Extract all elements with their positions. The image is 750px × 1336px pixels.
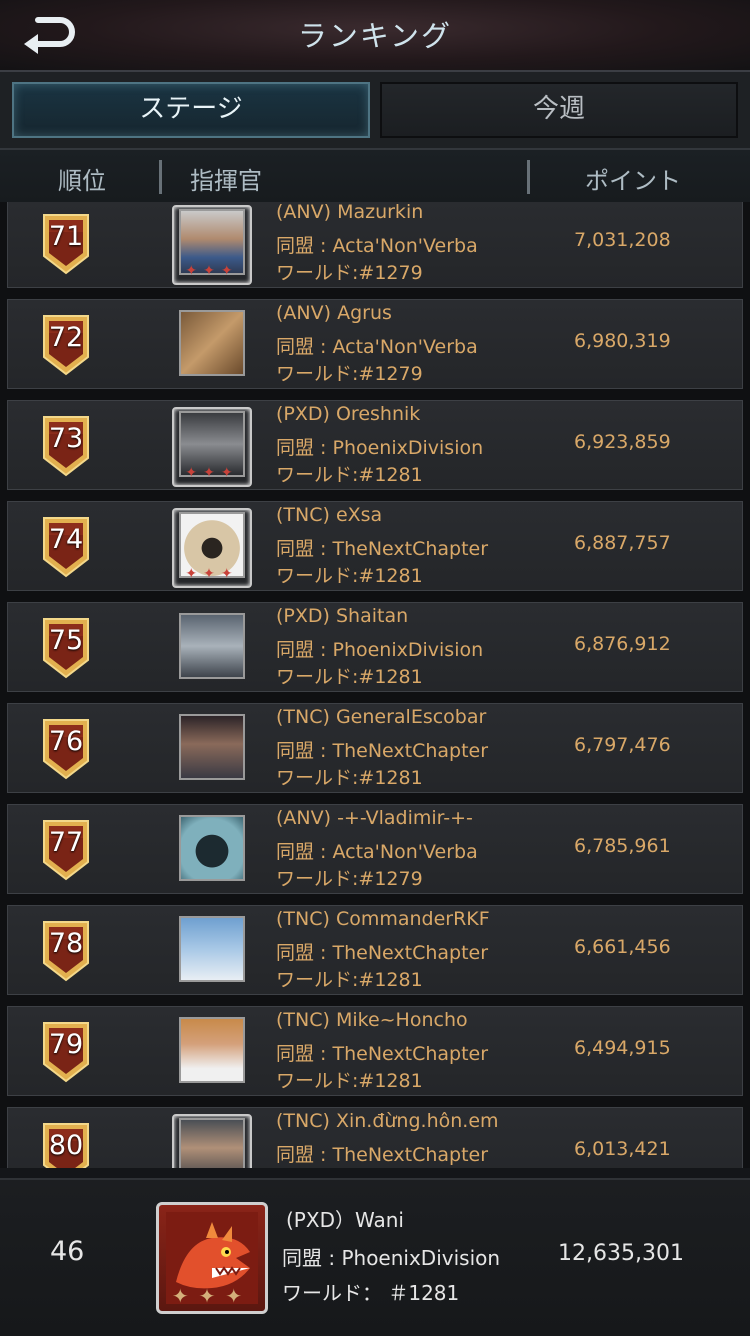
rank-badge: 76 — [41, 717, 91, 781]
avatar[interactable] — [179, 916, 245, 982]
rank-badge: 80 — [41, 1121, 91, 1168]
world-label: ワールド:#1279 — [276, 868, 423, 890]
rank-badge: 75 — [41, 616, 91, 680]
commander-name: (PXD) Shaitan — [276, 605, 409, 627]
points-value: 6,797,476 — [574, 734, 671, 756]
commander-name: (TNC) Xin.đừng.hôn.em — [276, 1110, 499, 1132]
commander-name: (TNC) eXsa — [276, 504, 383, 526]
rank-number: 75 — [48, 625, 84, 656]
my-world-label: ワールド： ＃1281 — [282, 1281, 460, 1305]
rank-badge: 79 — [41, 1020, 91, 1084]
points-value: 6,923,859 — [574, 431, 671, 453]
alliance-label: 同盟 : Acta'Non'Verba — [276, 841, 478, 863]
alliance-label: 同盟 : TheNextChapter — [276, 538, 489, 560]
alliance-label: 同盟 : Acta'Non'Verba — [276, 336, 478, 358]
avatar[interactable] — [179, 1017, 245, 1083]
rank-number: 74 — [48, 524, 84, 555]
tab-bar: ステージ 今週 — [0, 72, 750, 150]
rank-badge: 73 — [41, 414, 91, 478]
medal-icons: ✦✦✦ — [171, 1284, 253, 1308]
ranking-row[interactable]: 78 ✦✦✦ (TNC) CommanderRKF 同盟 : TheNextCh… — [7, 905, 743, 995]
world-label: ワールド:#1281 — [276, 666, 423, 688]
rank-number: 76 — [48, 726, 84, 757]
rank-number: 73 — [48, 423, 84, 454]
column-points: ポイント — [585, 167, 681, 195]
world-label: ワールド:#1281 — [276, 969, 423, 991]
rank-number: 77 — [48, 827, 84, 858]
rank-badge: 78 — [41, 919, 91, 983]
medal-icons: ✦✦✦ — [185, 263, 239, 279]
rank-badge: 74 — [41, 515, 91, 579]
medal-icons: ✦✦✦ — [185, 566, 239, 582]
rank-number: 79 — [48, 1029, 84, 1060]
rank-badge: 77 — [41, 818, 91, 882]
ranking-row[interactable]: 80 ✦✦✦ (TNC) Xin.đừng.hôn.em 同盟 : TheNex… — [7, 1107, 743, 1168]
commander-name: (ANV) -+-Vladimir-+- — [276, 807, 473, 829]
world-label: ワールド:#1279 — [276, 363, 423, 385]
ranking-row[interactable]: 71 ✦✦✦ (ANV) Mazurkin 同盟 : Acta'Non'Verb… — [7, 202, 743, 288]
world-label: ワールド:#1281 — [276, 767, 423, 789]
world-label: ワールド:#1281 — [276, 1070, 423, 1092]
alliance-label: 同盟 : Acta'Non'Verba — [276, 235, 478, 257]
points-value: 6,785,961 — [574, 835, 671, 857]
world-label: ワールド:#1281 — [276, 565, 423, 587]
rank-number: 78 — [48, 928, 84, 959]
my-rank: 46 — [50, 1236, 85, 1267]
avatar[interactable] — [179, 714, 245, 780]
rank-number: 71 — [48, 221, 84, 252]
ranking-row[interactable]: 75 ✦✦✦ (PXD) Shaitan 同盟 : PhoenixDivisio… — [7, 602, 743, 692]
world-label: ワールド:#1281 — [276, 1167, 423, 1168]
points-value: 6,876,912 — [574, 633, 671, 655]
ranking-row[interactable]: 76 ✦✦✦ (TNC) GeneralEscobar 同盟 : TheNext… — [7, 703, 743, 793]
world-label: ワールド:#1279 — [276, 262, 423, 284]
my-commander-name: (PXD）Wani — [286, 1208, 404, 1232]
ranking-row[interactable]: 79 ✦✦✦ (TNC) Mike~Honcho 同盟 : TheNextCha… — [7, 1006, 743, 1096]
medal-icons: ✦✦✦ — [185, 465, 239, 481]
alliance-label: 同盟 : PhoenixDivision — [276, 639, 484, 661]
points-value: 6,887,757 — [574, 532, 671, 554]
points-value: 6,013,421 — [574, 1138, 671, 1160]
column-commander: 指揮官 — [190, 167, 262, 195]
tab-stage[interactable]: ステージ — [12, 82, 370, 138]
rank-badge: 71 — [41, 212, 91, 276]
alliance-label: 同盟 : TheNextChapter — [276, 740, 489, 762]
ranking-list[interactable]: 71 ✦✦✦ (ANV) Mazurkin 同盟 : Acta'Non'Verb… — [0, 202, 750, 1168]
my-points-value: 12,635,301 — [558, 1241, 684, 1266]
world-label: ワールド:#1281 — [276, 464, 423, 486]
alliance-label: 同盟 : TheNextChapter — [276, 942, 489, 964]
alliance-label: 同盟 : TheNextChapter — [276, 1144, 489, 1166]
points-value: 6,980,319 — [574, 330, 671, 352]
alliance-label: 同盟 : TheNextChapter — [276, 1043, 489, 1065]
commander-name: (PXD) Oreshnik — [276, 403, 421, 425]
page-title: ランキング — [297, 19, 453, 53]
avatar[interactable] — [179, 613, 245, 679]
rank-number: 80 — [48, 1130, 84, 1161]
points-value: 6,494,915 — [574, 1037, 671, 1059]
points-value: 7,031,208 — [574, 229, 671, 251]
column-divider — [527, 160, 530, 194]
commander-name: (TNC) Mike~Honcho — [276, 1009, 468, 1031]
my-alliance-label: 同盟 : PhoenixDivision — [282, 1246, 501, 1270]
column-rank: 順位 — [58, 167, 106, 195]
commander-name: (ANV) Mazurkin — [276, 202, 424, 223]
avatar[interactable] — [179, 815, 245, 881]
ranking-row[interactable]: 74 ✦✦✦ (TNC) eXsa 同盟 : TheNextChapter ワー… — [7, 501, 743, 591]
tab-this-week[interactable]: 今週 — [380, 82, 738, 138]
commander-name: (TNC) CommanderRKF — [276, 908, 490, 930]
rank-number: 72 — [48, 322, 84, 353]
header-bar: ランキング — [0, 0, 750, 72]
alliance-label: 同盟 : PhoenixDivision — [276, 437, 484, 459]
avatar[interactable] — [179, 1118, 245, 1168]
ranking-row[interactable]: 73 ✦✦✦ (PXD) Oreshnik 同盟 : PhoenixDivisi… — [7, 400, 743, 490]
commander-name: (ANV) Agrus — [276, 302, 392, 324]
rank-badge: 72 — [41, 313, 91, 377]
points-value: 6,661,456 — [574, 936, 671, 958]
commander-name: (TNC) GeneralEscobar — [276, 706, 487, 728]
column-header: 順位 指揮官 ポイント — [0, 150, 750, 202]
ranking-row[interactable]: 72 ✦✦✦ (ANV) Agrus 同盟 : Acta'Non'Verba ワ… — [7, 299, 743, 389]
avatar[interactable] — [179, 310, 245, 376]
column-divider — [159, 160, 162, 194]
my-ranking-panel: 46 ✦✦✦ (PXD）Wani 同盟 : PhoenixDivision ワー… — [0, 1178, 750, 1336]
ranking-row[interactable]: 77 ✦✦✦ (ANV) -+-Vladimir-+- 同盟 : Acta'No… — [7, 804, 743, 894]
